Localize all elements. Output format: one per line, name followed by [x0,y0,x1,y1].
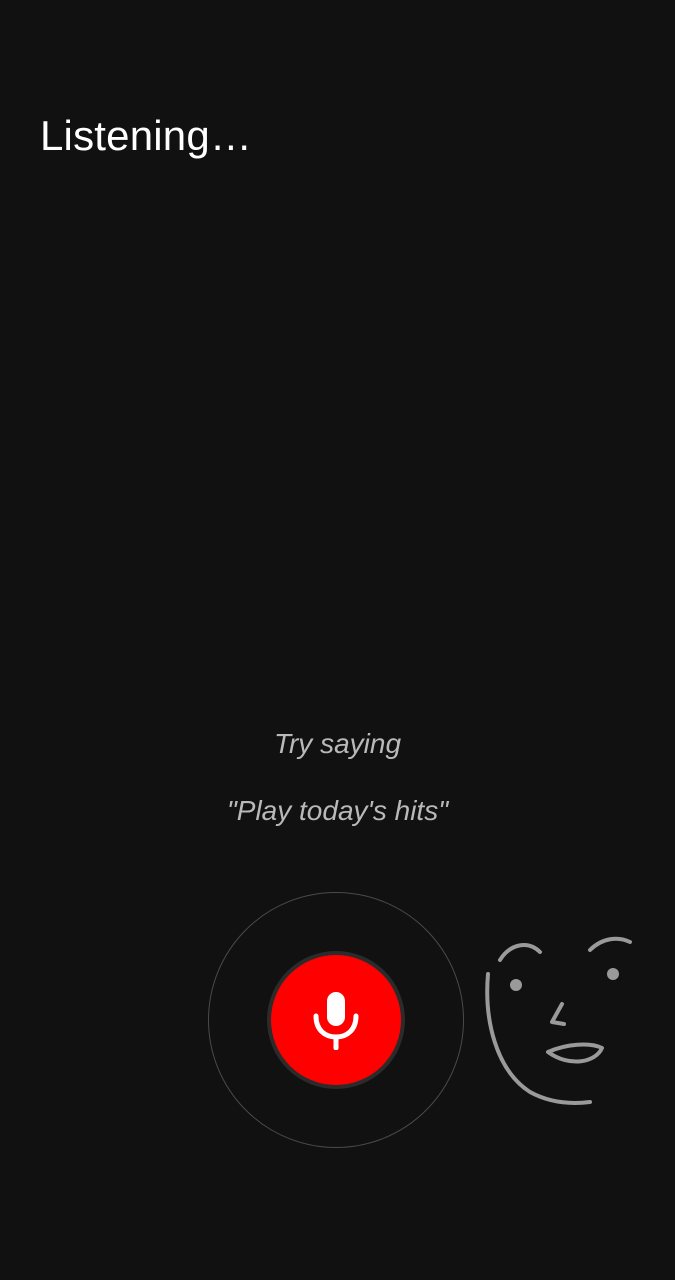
mic-button[interactable] [267,951,405,1089]
hint-example: "Play today's hits" [226,795,449,826]
microphone-icon [313,992,359,1050]
voice-search-screen: Listening… Try saying "Play today's hits… [0,0,675,1280]
hint-heading: Try saying [273,728,402,759]
listening-title: Listening… [40,112,253,159]
face-doodle-icon [485,936,632,1105]
